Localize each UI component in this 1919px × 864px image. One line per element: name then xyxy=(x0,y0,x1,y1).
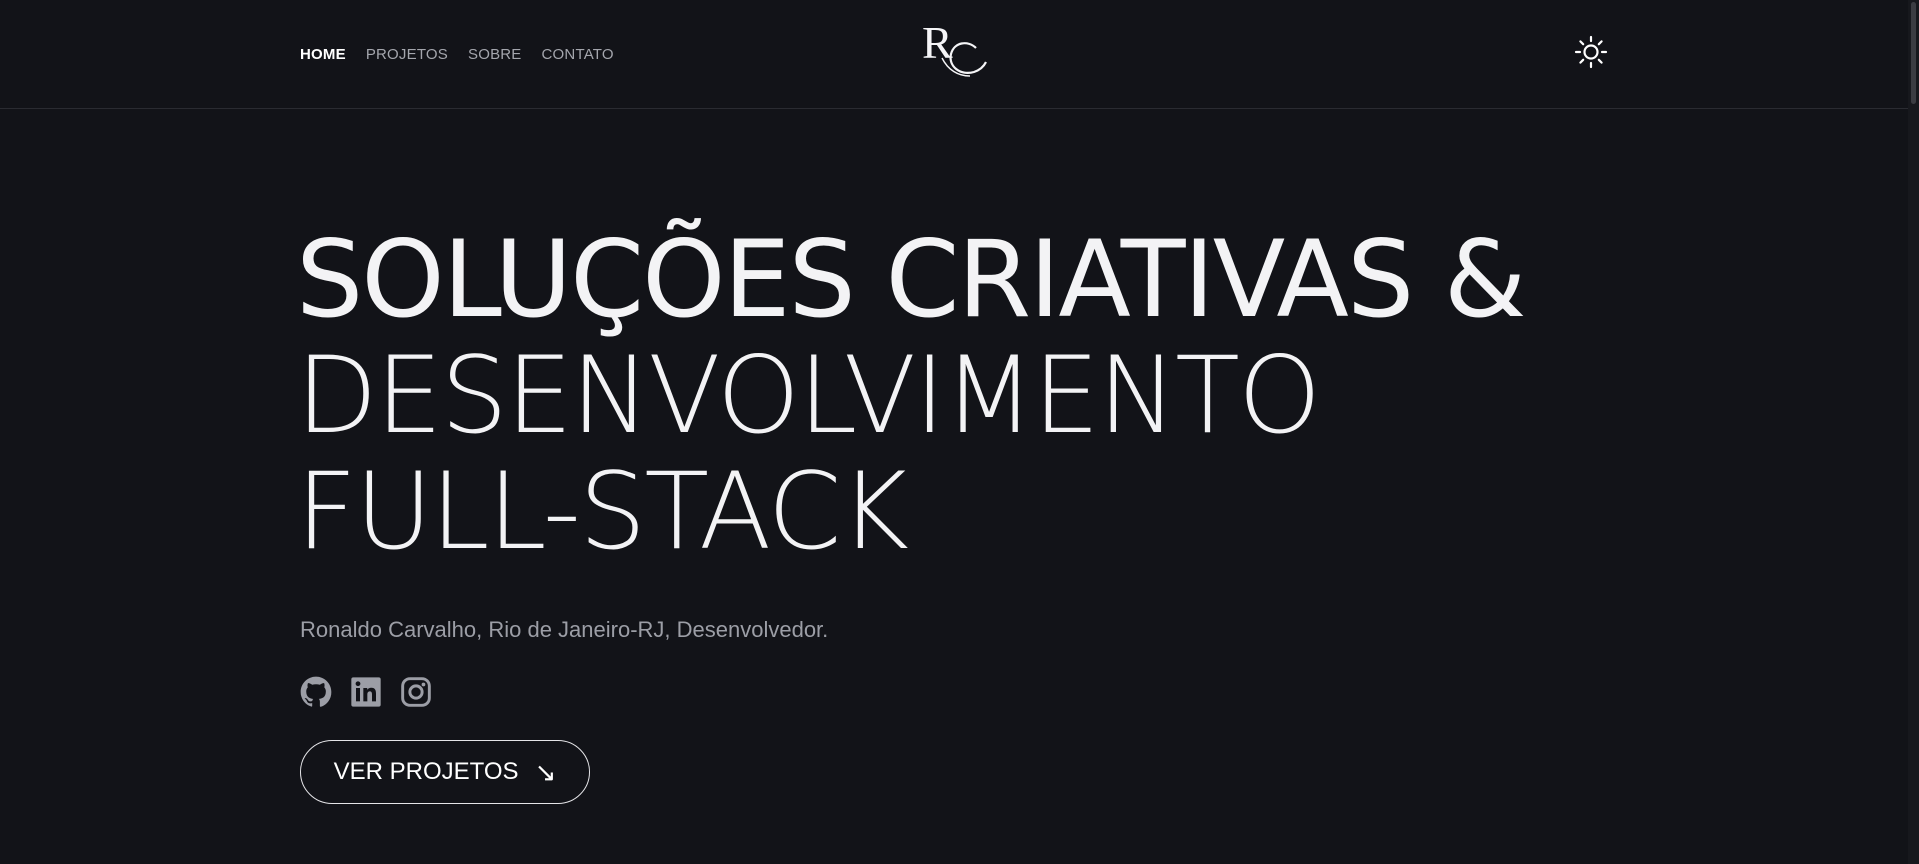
hero-title-line-3: FULL-STACK xyxy=(296,450,909,573)
hero-title-line-2: DESENVOLVIMENTO xyxy=(296,334,1321,457)
site-header: HOME PROJETOS SOBRE CONTATO R xyxy=(0,0,1908,109)
page: HOME PROJETOS SOBRE CONTATO R SOLUÇÕES C… xyxy=(0,0,1919,864)
nav-item-sobre[interactable]: SOBRE xyxy=(468,46,522,63)
nav-item-home[interactable]: HOME xyxy=(300,46,346,63)
github-icon[interactable] xyxy=(300,676,332,708)
hero-title-line-1: SOLUÇÕES CRIATIVAS & xyxy=(296,218,1527,341)
main-nav: HOME PROJETOS SOBRE CONTATO xyxy=(300,46,614,63)
page-scrollbar[interactable] xyxy=(1908,0,1919,864)
ver-projetos-label: VER PROJETOS xyxy=(333,758,519,785)
linkedin-icon[interactable] xyxy=(350,676,382,708)
rc-logo[interactable]: R xyxy=(918,18,990,80)
social-links xyxy=(300,676,432,708)
scrollbar-thumb[interactable] xyxy=(1911,2,1916,104)
hero-subtitle: Ronaldo Carvalho, Rio de Janeiro-RJ, Des… xyxy=(300,617,829,642)
nav-item-projetos[interactable]: PROJETOS xyxy=(366,46,448,63)
instagram-icon[interactable] xyxy=(400,676,432,708)
sun-icon[interactable] xyxy=(1574,35,1608,69)
arrow-down-right-icon: ↘ xyxy=(534,757,557,787)
svg-text:R: R xyxy=(922,18,953,68)
ver-projetos-button[interactable]: VER PROJETOS ↘ xyxy=(300,740,590,804)
nav-item-contato[interactable]: CONTATO xyxy=(542,46,614,63)
hero-title: SOLUÇÕES CRIATIVAS & DESENVOLVIMENTO FUL… xyxy=(296,218,1527,573)
